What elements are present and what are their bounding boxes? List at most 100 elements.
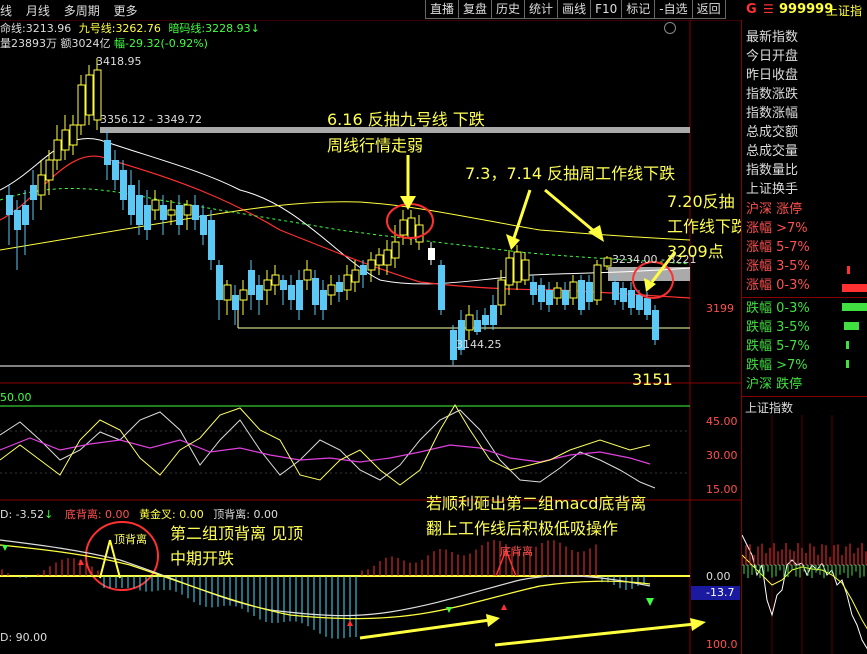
osc-axis-45: 45.00 [706,415,738,428]
candle-body [216,265,223,300]
annotation-macd-plan-line2: 翻上工作线后积极低吸操作 [426,519,619,538]
f10-button[interactable]: F10 [590,0,623,19]
watchlist-button[interactable]: -自选 [654,0,693,19]
range-price-label: 3356.12 - 3349.72 [100,113,202,126]
candle-body [490,305,497,325]
candle-body [562,290,569,305]
candle-body [69,124,78,146]
draw-button[interactable]: 画线 [557,0,592,19]
candle-body [415,224,424,243]
candle-body [183,204,192,216]
mark-button[interactable]: 标记 [621,0,656,19]
menu-item-line[interactable]: 线 [0,4,12,18]
arrow-3 [544,188,596,234]
history-button[interactable]: 历史 [491,0,526,19]
candle-body [603,257,612,267]
index-change-pct-label: 指数涨幅 [746,106,799,121]
rise-0-3-bar [842,284,867,292]
sell-arrow-icon [2,545,8,551]
oscillator-purple-line [0,437,651,465]
candle-body [45,159,54,181]
candle-body [128,185,135,215]
rise-3-5-bar [847,266,850,274]
candle-body [296,280,303,310]
menu-item-multiperiod[interactable]: 多周期 [64,4,100,18]
candle-body [327,284,336,296]
annotation-june16-line1: 6.16 反抽九号线 下跌 [327,110,485,129]
axis-label-100: 100.0 [706,638,738,651]
annotation-july20-line1: 7.20反抽 [667,192,735,211]
grid-icon[interactable]: ☰ [763,2,774,16]
candle-body [37,174,46,196]
annotation-july20-line3: 3209点 [667,242,724,261]
candle-body [521,259,530,281]
limit-down-label: 沪深 跌停 [746,377,803,392]
candle-body [232,295,239,310]
trend-arrow-2 [494,622,696,647]
volume-ratio-label: 指数量比 [746,163,799,178]
annotation-macd-plan-line1: 若顺利砸出第二组macd底背离 [426,494,647,513]
sell-arrow-icon [646,598,654,606]
annotation-top-divergence-line2: 中期开跌 [170,549,235,568]
rise-0-3-label: 涨幅 0-3% [746,278,810,293]
fall-3-5-bar [844,322,859,330]
buy-arrow-icon [78,559,84,565]
mini-index-chart [742,415,867,654]
candle-body [136,195,143,225]
fall-5-7-label: 跌幅 5-7% [746,339,810,354]
bottom-divergence-label: 底背离 [500,545,533,558]
candle-body [312,278,319,305]
mini-chart-title: 上证指数 [745,401,794,415]
candle-body [360,265,367,275]
candle-body [303,269,312,281]
arrow-2 [512,189,532,239]
stats-button[interactable]: 统计 [524,0,559,19]
axis-label-3199: 3199 [706,302,734,315]
candle-body [636,295,643,310]
candle-body [530,282,537,295]
fall-0-3-label: 跌幅 0-3% [746,301,810,316]
candlesticks [6,58,659,365]
candle-body [367,259,376,271]
candle-body [77,84,86,126]
candle-body [271,274,280,286]
candle-body [428,248,435,260]
ticker-name: 上证指 [826,4,863,18]
candle-body [200,215,207,235]
candle-body [593,264,602,301]
back-button[interactable]: 返回 [691,0,726,19]
candle-body [474,320,481,332]
candle-body [399,219,408,236]
live-button[interactable]: 直播 [425,0,460,19]
function-buttons: 直播 复盘 历史 统计 画线 F10 标记 -自选 返回 [425,0,726,19]
rise-7-label: 涨幅 >7% [746,221,808,236]
menu-item-month[interactable]: 月线 [26,4,50,18]
top-toolbar: 线 月线 多周期 更多 直播 复盘 历史 统计 画线 F10 标记 -自选 返回… [0,0,867,21]
candle-body [620,288,627,302]
fall-7-label: 跌幅 >7% [746,358,808,373]
candle-body [30,185,37,200]
candle-body [546,290,553,305]
annotation-top-divergence-line1: 第二组顶背离 见顶 [170,524,304,543]
candle-body [351,269,360,283]
index-change-label: 指数涨跌 [746,87,799,102]
candle-body [288,285,295,300]
fall-0-3-bar [842,303,867,311]
macd-d-value: D: -3.52 [0,508,45,521]
macd-dif-line [0,539,651,617]
buy-arrow-icon [347,620,353,626]
low-price-label: 3144.25 [456,338,502,351]
candle-body [144,205,151,230]
macd-value-text: -13.7 [706,586,735,599]
candle-body [438,265,445,310]
menu-item-more[interactable]: 更多 [114,4,138,18]
today-open-label: 今日开盘 [746,49,799,64]
candle-body [538,285,545,302]
candle-body [120,170,127,200]
review-button[interactable]: 复盘 [458,0,493,19]
candle-body [407,217,416,239]
candle-body [239,289,248,301]
candle-body [569,281,578,299]
candle-body [336,282,343,292]
latest-index-label: 最新指数 [746,30,799,45]
